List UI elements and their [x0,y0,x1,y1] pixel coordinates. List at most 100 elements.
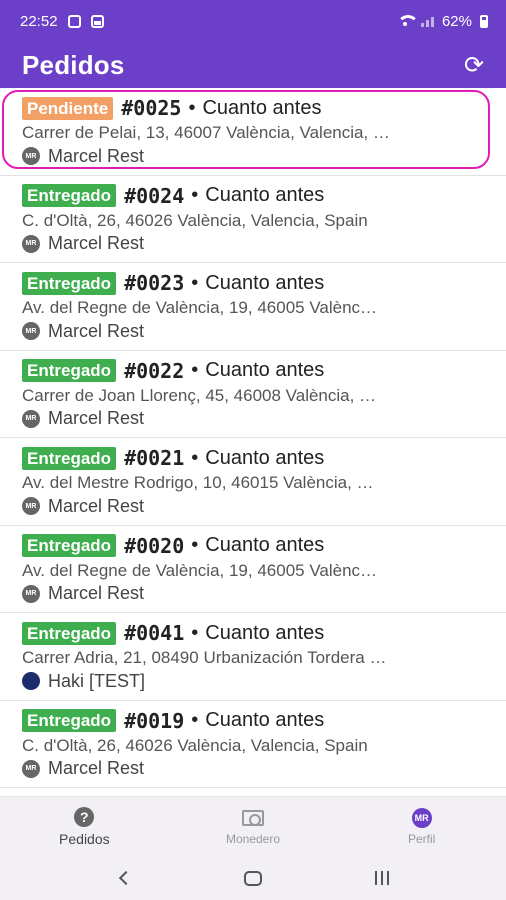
separator: • [191,621,199,644]
order-row[interactable]: Entregado #0021 • Cuanto antes Av. del Mestr… [0,438,506,526]
status-time: 22:52 [20,12,58,30]
order-address: Av. del Mestre Rodrigo, 10, 46015 Valènc… [22,473,374,492]
restaurant-name: Marcel Rest [48,583,145,603]
back-icon [119,870,134,886]
restaurant-name: Marcel Rest [48,758,145,778]
order-row[interactable]: Entregado #0019 • Cuanto antes C. d'Oltà, 26… [0,701,506,788]
nav-pedidos[interactable]: ? Pedidos [0,797,169,856]
restaurant-avatar: MR [22,409,40,428]
status-badge: Entregado [22,446,117,470]
order-header: Entregado #0023 • Cuanto antes [22,270,484,296]
restaurant-avatar: MR [22,584,40,603]
status-badge: Entregado [22,621,117,645]
image-icon [90,14,104,28]
battery-percent: 62% [441,12,472,30]
separator: • [191,359,199,381]
order-header: Entregado #0021 • Cuanto antes [22,445,484,471]
order-number: #0041 [124,621,185,645]
status-right: 62% [396,12,488,30]
page-title: Pedidos [22,49,125,80]
order-timing: Cuanto antes [202,96,322,119]
orders-list[interactable]: Pendiente #0025 • Cuanto antes Carrer de Pel… [0,88,506,796]
order-row[interactable]: Entregado #0022 • Cuanto antes Carrer de Joa… [0,351,506,438]
order-row[interactable]: Entregado #0020 • Cuanto antes Av. del Regne… [0,526,506,613]
restaurant-avatar: MR [22,322,40,340]
order-address: Av. del Regne de València, 19, 46005 Val… [22,298,378,317]
order-number: #0025 [121,96,182,120]
recents-icon [374,871,389,885]
status-badge: Entregado [22,709,117,732]
wallet-icon [242,807,264,829]
restaurant-row: MR Marcel Rest [22,144,484,168]
order-timing: Cuanto antes [205,184,325,206]
home-icon [243,870,262,886]
restaurant-avatar: MR [22,234,40,253]
nav-label-perfil: Perfil [408,832,436,846]
order-row[interactable]: Entregado #0041 • Cuanto antes Carrer Adria,… [0,613,506,701]
restaurant-avatar: MR [22,759,40,778]
nav-label-pedidos: Pedidos [59,831,110,847]
recents-button[interactable] [362,863,402,893]
order-timing: Cuanto antes [205,534,325,556]
restaurant-row: MR Marcel Rest [22,319,484,343]
separator: • [191,534,199,556]
status-left: 22:52 [20,13,104,30]
app-bar: Pedidos ⟳ [0,42,506,88]
restaurant-row: MR Marcel Rest [22,407,484,431]
system-nav-bar [0,856,506,900]
order-header: Entregado #0022 • Cuanto antes [22,358,484,384]
separator: • [191,709,199,731]
order-header: Entregado #0024 • Cuanto antes [22,183,484,209]
restaurant-name: Marcel Rest [48,320,145,341]
restaurant-name: Haki [TEST] [48,670,146,691]
status-badge: Entregado [22,184,117,207]
order-address: Carrer Adria, 21, 08490 Urbanización Tor… [22,648,387,667]
restaurant-row: MR Marcel Rest [22,494,484,518]
bottom-nav: ? Pedidos Monedero MR Perfil [0,796,506,856]
refresh-icon: ⟳ [463,51,485,79]
separator: • [191,184,199,206]
notification-icon [67,14,81,28]
restaurant-name: Marcel Rest [48,408,145,428]
order-address: C. d'Oltà, 26, 46026 València, Valencia,… [22,735,368,755]
nav-monedero[interactable]: Monedero [169,797,338,856]
order-address: C. d'Oltà, 26, 46026 València, Valencia,… [22,210,368,230]
order-address: Carrer de Pelai, 13, 46007 València, Val… [22,123,390,142]
home-button[interactable] [233,863,273,893]
order-address: Av. del Regne de València, 19, 46005 Val… [22,560,378,580]
order-row[interactable]: Entregado #0024 • Cuanto antes C. d'Oltà, 26… [0,176,506,263]
order-number: #0021 [124,446,185,470]
restaurant-name: Marcel Rest [48,495,145,516]
back-button[interactable] [104,863,144,893]
separator: • [188,96,196,119]
order-row[interactable]: Pendiente #0025 • Cuanto antes Carrer de Pel… [0,88,506,176]
nav-perfil[interactable]: MR Perfil [337,797,506,856]
order-header: Entregado #0019 • Cuanto antes [22,708,484,734]
restaurant-row: MR Marcel Rest [22,232,484,256]
restaurant-row: MR Marcel Rest [22,757,484,781]
nav-label-monedero: Monedero [225,832,281,846]
status-badge: Entregado [22,359,117,382]
restaurant-row: Haki [TEST] [22,669,484,693]
order-number: #0022 [124,358,185,383]
status-badge: Entregado [22,534,117,557]
status-bar: 22:52 62% [0,0,506,42]
order-timing: Cuanto antes [205,709,325,731]
restaurant-avatar: MR [22,497,40,515]
order-header: Entregado #0020 • Cuanto antes [22,533,484,559]
refresh-button[interactable]: ⟳ [460,51,488,79]
order-timing: Cuanto antes [205,621,325,644]
restaurant-name: Marcel Rest [48,145,145,166]
battery-icon [480,14,488,28]
order-number: #0019 [124,708,185,733]
order-header: Entregado #0041 • Cuanto antes [22,620,484,646]
restaurant-avatar [22,672,40,690]
order-number: #0020 [124,533,185,558]
order-timing: Cuanto antes [205,446,325,469]
avatar: MR [411,807,433,829]
status-badge: Pendiente [22,96,114,120]
status-badge: Entregado [22,271,117,295]
order-row[interactable]: Entregado #0023 • Cuanto antes Av. del Regne… [0,263,506,351]
help-icon: ? [73,806,95,828]
restaurant-name: Marcel Rest [48,233,145,253]
